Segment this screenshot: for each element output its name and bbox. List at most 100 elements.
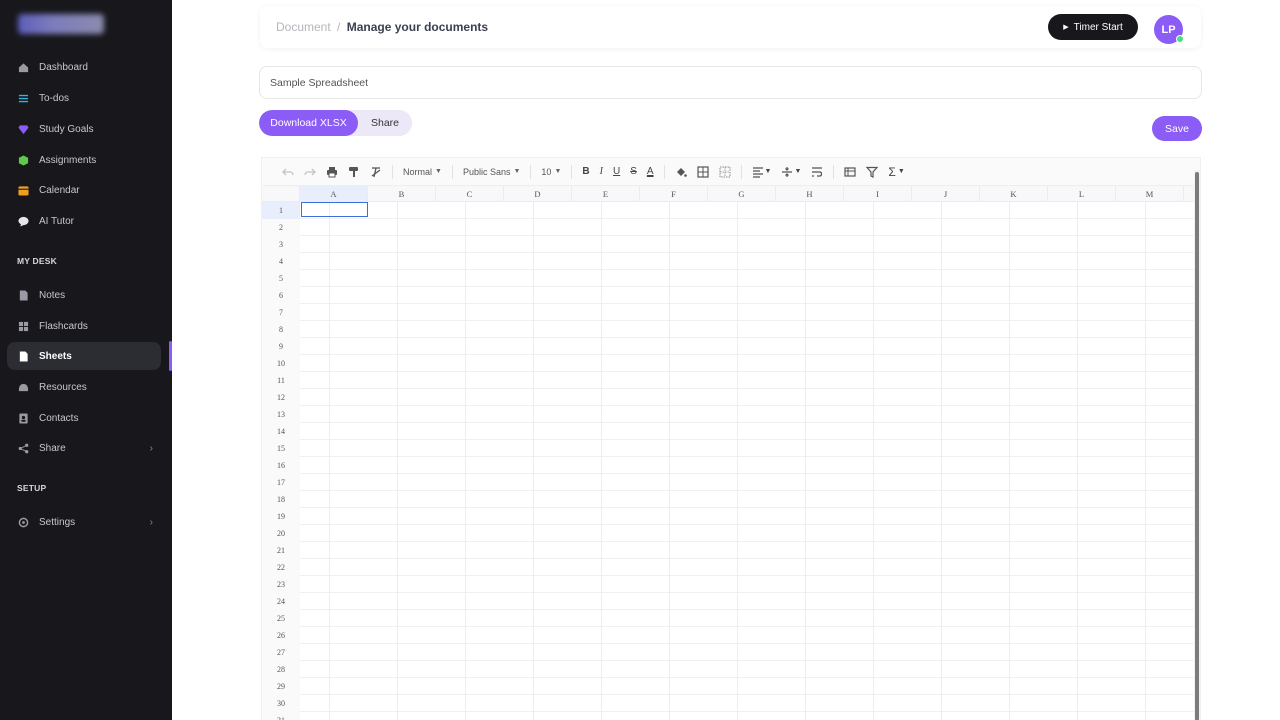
row-header[interactable]: 25: [262, 610, 300, 627]
spreadsheet: Normal ▼ Public Sans ▼ 10 ▼ B I U S A ▼ ▼ Σ…: [261, 157, 1201, 720]
row-header[interactable]: 2: [262, 219, 300, 236]
sidebar-item-notes[interactable]: Notes: [7, 281, 161, 309]
row-header[interactable]: 4: [262, 253, 300, 270]
sidebar-item-ai-tutor[interactable]: AI Tutor: [7, 207, 161, 235]
timer-start-button[interactable]: ▶ Timer Start: [1048, 14, 1138, 40]
row-header[interactable]: 19: [262, 508, 300, 525]
freeze-icon[interactable]: [844, 166, 857, 178]
column-header[interactable]: J: [912, 186, 980, 202]
sidebar-item-share[interactable]: Share ›: [7, 434, 161, 462]
share-button[interactable]: Share: [358, 110, 412, 136]
page-title: Manage your documents: [346, 20, 489, 34]
row-header[interactable]: 1: [262, 202, 300, 219]
row-header[interactable]: 7: [262, 304, 300, 321]
column-header[interactable]: M: [1116, 186, 1184, 202]
filter-icon[interactable]: [866, 166, 879, 178]
row-header[interactable]: 27: [262, 644, 300, 661]
caret-down-icon: ▼: [513, 168, 521, 175]
column-header[interactable]: K: [980, 186, 1048, 202]
row-header[interactable]: 21: [262, 542, 300, 559]
row-header[interactable]: 11: [262, 372, 300, 389]
caret-down-icon: ▼: [794, 168, 802, 175]
text-wrap-icon[interactable]: [811, 166, 823, 178]
column-header[interactable]: H: [776, 186, 844, 202]
avatar[interactable]: LP: [1154, 15, 1184, 44]
download-xlsx-button[interactable]: Download XLSX: [259, 110, 358, 136]
document-title-input[interactable]: [259, 66, 1202, 99]
undo-icon[interactable]: [282, 166, 294, 178]
row-header[interactable]: 26: [262, 627, 300, 644]
sidebar-item-flashcards[interactable]: Flashcards: [7, 312, 161, 340]
row-header[interactable]: 20: [262, 525, 300, 542]
row-header[interactable]: 22: [262, 559, 300, 576]
row-header[interactable]: 8: [262, 321, 300, 338]
app-logo[interactable]: [18, 14, 104, 34]
sidebar-item-study-goals[interactable]: Study Goals: [7, 115, 161, 143]
sidebar-item-calendar[interactable]: Calendar: [7, 176, 161, 204]
row-header[interactable]: 6: [262, 287, 300, 304]
row-header[interactable]: 17: [262, 474, 300, 491]
sidebar-item-label: Assignments: [39, 154, 97, 166]
font-size-value: 10: [541, 166, 552, 177]
redo-icon[interactable]: [304, 166, 316, 178]
sidebar-item-sheets[interactable]: Sheets: [7, 342, 161, 370]
underline-button[interactable]: U: [613, 166, 620, 177]
row-header[interactable]: 9: [262, 338, 300, 355]
functions-button[interactable]: Σ ▼: [888, 165, 904, 179]
style-select[interactable]: Normal ▼: [403, 167, 442, 177]
sidebar-item-settings[interactable]: Settings ›: [7, 508, 161, 536]
save-button[interactable]: Save: [1152, 116, 1202, 141]
sidebar-item-todos[interactable]: To-dos: [7, 84, 161, 112]
sidebar-item-contacts[interactable]: Contacts: [7, 404, 161, 432]
merge-cells-icon[interactable]: [719, 166, 731, 178]
align-icon[interactable]: ▼: [752, 166, 771, 178]
row-header[interactable]: 14: [262, 423, 300, 440]
select-all-corner[interactable]: [262, 186, 300, 202]
column-header[interactable]: D: [504, 186, 572, 202]
row-header[interactable]: 31: [262, 712, 300, 720]
row-header[interactable]: 12: [262, 389, 300, 406]
row-header[interactable]: 16: [262, 457, 300, 474]
row-header[interactable]: 30: [262, 695, 300, 712]
bold-button[interactable]: B: [582, 166, 589, 177]
toolbar-divider: [833, 164, 835, 179]
cell-grid[interactable]: [300, 202, 1194, 720]
vertical-align-icon[interactable]: ▼: [781, 166, 801, 178]
text-color-button[interactable]: A: [647, 166, 654, 177]
sidebar-item-assignments[interactable]: Assignments: [7, 146, 161, 174]
column-header[interactable]: I: [844, 186, 912, 202]
chat-icon: [17, 215, 29, 227]
strikethrough-button[interactable]: S: [630, 166, 637, 177]
column-header[interactable]: A: [300, 186, 368, 202]
row-header[interactable]: 13: [262, 406, 300, 423]
row-header[interactable]: 15: [262, 440, 300, 457]
clear-format-icon[interactable]: [370, 166, 382, 178]
row-header[interactable]: 28: [262, 661, 300, 678]
row-header[interactable]: 5: [262, 270, 300, 287]
fill-color-icon[interactable]: [675, 166, 687, 178]
column-header[interactable]: F: [640, 186, 708, 202]
column-header[interactable]: B: [368, 186, 436, 202]
column-header[interactable]: L: [1048, 186, 1116, 202]
font-select[interactable]: Public Sans ▼: [463, 167, 520, 177]
selected-cell[interactable]: [301, 202, 368, 217]
borders-icon[interactable]: [696, 165, 709, 178]
font-size-select[interactable]: 10 ▼: [541, 167, 561, 177]
paint-format-icon[interactable]: [348, 166, 360, 178]
sidebar-item-resources[interactable]: Resources: [7, 373, 161, 401]
scrollbar-thumb[interactable]: [1195, 172, 1199, 720]
column-header[interactable]: G: [708, 186, 776, 202]
print-icon[interactable]: [326, 166, 338, 178]
breadcrumb-root[interactable]: Document: [276, 20, 331, 34]
cube-icon: [17, 154, 29, 166]
row-header[interactable]: 18: [262, 491, 300, 508]
italic-button[interactable]: I: [600, 166, 603, 177]
sidebar-item-dashboard[interactable]: Dashboard: [7, 53, 161, 81]
column-header[interactable]: C: [436, 186, 504, 202]
row-header[interactable]: 23: [262, 576, 300, 593]
row-header[interactable]: 10: [262, 355, 300, 372]
row-header[interactable]: 24: [262, 593, 300, 610]
row-header[interactable]: 3: [262, 236, 300, 253]
column-header[interactable]: E: [572, 186, 640, 202]
row-header[interactable]: 29: [262, 678, 300, 695]
